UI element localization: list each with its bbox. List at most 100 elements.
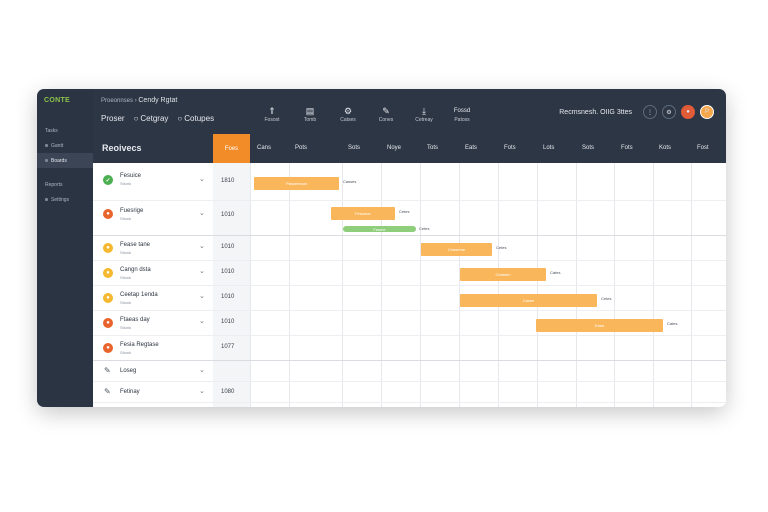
- sidebar-item-boards[interactable]: Boards: [37, 153, 93, 168]
- breadcrumb-root[interactable]: Proeonnses: [101, 98, 133, 104]
- settings-icon[interactable]: ⚙: [662, 105, 676, 119]
- sidebar-item-settings[interactable]: Settings: [37, 192, 93, 207]
- task-name: Ceetap 1enda: [120, 292, 158, 298]
- status-icon: ●: [103, 343, 113, 353]
- gantt-grid: ✓ Fesuice Stiunk ⌄ 1810 ● Fuesrige Stiun…: [93, 163, 726, 407]
- table-row[interactable]: ● Fease tane Stiunk ⌄ 1010: [93, 236, 726, 261]
- chevron-down-icon[interactable]: ⌄: [199, 387, 205, 395]
- timeline-column-header: Cans: [257, 145, 272, 151]
- gantt-bar[interactable]: Fesumer: [331, 207, 395, 220]
- table-row[interactable]: ✎ Loseg ⌄: [93, 361, 726, 382]
- chevron-down-icon[interactable]: ⌄: [199, 267, 205, 275]
- task-date: 1080: [221, 389, 235, 395]
- chevron-down-icon[interactable]: ⌄: [199, 175, 205, 183]
- sidebar-item-gantt[interactable]: Gantt: [37, 138, 93, 153]
- task-date: 1010: [221, 212, 235, 218]
- timeline-column-header: Sots: [348, 145, 361, 151]
- task-subtitle: Stiunk: [120, 350, 132, 355]
- status-icon: ●: [103, 209, 113, 219]
- timeline-header: Reoivecs Foes Cans Pots Sots Noye Tots E…: [93, 134, 726, 163]
- notification-icon[interactable]: ●: [681, 105, 695, 119]
- timeline-column-header: Fots: [621, 145, 633, 151]
- task-subtitle: Stiunk: [120, 325, 132, 330]
- tool-forecast-button[interactable]: ⇑ Fosost: [253, 106, 291, 123]
- top-right-controls: Recmsnesh. OIIG 3ttes ⋮ ⚙ ● P: [559, 105, 714, 119]
- app-logo: CONTE: [44, 97, 70, 104]
- chevron-down-icon[interactable]: ⌄: [199, 317, 205, 325]
- info-icon[interactable]: ⋮: [643, 105, 657, 119]
- task-date: 1077: [221, 344, 235, 350]
- timeline-column-header: Fots: [504, 145, 516, 151]
- timeline-column-header: Noye: [387, 145, 402, 151]
- app-window: CONTE Tasks Gantt Boards Reports Setting…: [37, 89, 726, 407]
- status-icon: ●: [103, 268, 113, 278]
- task-subtitle: Stiunk: [120, 300, 132, 305]
- edit-icon: ✎: [382, 106, 390, 116]
- chevron-down-icon[interactable]: ⌄: [199, 292, 205, 300]
- bullet-icon: [45, 144, 48, 147]
- table-row[interactable]: ✎ Fetinay ⌄ 1080: [93, 382, 726, 403]
- timeline-column-header: Fost: [697, 145, 709, 151]
- avatar[interactable]: P: [700, 105, 714, 119]
- gantt-bar-note: Cates: [667, 321, 678, 326]
- gantt-bar[interactable]: Ceaseme: [421, 243, 492, 256]
- gantt-bar[interactable]: Cetasen: [460, 268, 546, 281]
- gantt-bar[interactable]: Pasumeson: [254, 177, 339, 190]
- status-icon: ●: [103, 318, 113, 328]
- today-column-header[interactable]: Foes: [213, 134, 250, 163]
- gantt-bar-note: Cates: [550, 270, 561, 275]
- task-subtitle: Stiunk: [120, 250, 132, 255]
- calendar-icon: ▤: [305, 106, 315, 116]
- tool-caption: Fossd: [453, 108, 471, 114]
- sidebar-item-label: Gantt: [51, 142, 64, 149]
- task-subtitle: Stiunk: [120, 181, 132, 186]
- task-name: Fease tane: [120, 242, 151, 248]
- upload-icon: ⇑: [268, 106, 276, 116]
- sidebar-item-reports[interactable]: Reports: [37, 177, 93, 192]
- gear-icon: ⚙: [343, 106, 353, 116]
- tool-cones-button[interactable]: ✎ Cones: [367, 106, 405, 123]
- table-row[interactable]: ✓ Fesuice Stiunk ⌄ 1810: [93, 163, 726, 201]
- gantt-bar-progress[interactable]: Fesme: [343, 226, 416, 232]
- sidebar-item-label: Tasks: [45, 127, 58, 134]
- table-row[interactable]: ● Fesia Regtase Stiunk 1077: [93, 336, 726, 361]
- sidebar-item-tasks[interactable]: Tasks: [37, 123, 93, 138]
- timeline-column-header: Tots: [427, 145, 439, 151]
- bullet-icon: [45, 159, 48, 162]
- task-date: 1010: [221, 244, 235, 250]
- breadcrumb: Proeonnses › Cendy Rgtat: [101, 97, 177, 104]
- chevron-down-icon[interactable]: ⌄: [199, 242, 205, 250]
- table-row[interactable]: ● Ceetap 1enda Stiunk ⌄ 1010: [93, 286, 726, 311]
- workspace-title: Recmsnesh. OIIG 3ttes: [559, 108, 632, 116]
- project-filters: Proser ○ Cetgray ○ Cotupes: [101, 114, 214, 123]
- tool-cetreay-button[interactable]: ⤓ Cetreay: [405, 106, 443, 123]
- tool-patoss-button[interactable]: Fossd Patoss: [443, 106, 481, 123]
- task-name: Cangn dsta: [120, 267, 151, 273]
- timeline-column-header: Lots: [543, 145, 555, 151]
- filter-project[interactable]: Proser: [101, 114, 125, 123]
- task-date: 1010: [221, 269, 235, 275]
- gantt-bar[interactable]: Casee: [460, 294, 597, 307]
- toolbar: ⇑ Fosost ▤ Tomb ⚙ Catses ✎ Cones ⤓ Cetre…: [253, 106, 481, 123]
- filter-category[interactable]: ○ Cetgray: [134, 114, 169, 123]
- filter-groups[interactable]: ○ Cotupes: [177, 114, 214, 123]
- gantt-bar-note: Casses: [343, 179, 357, 184]
- gantt-bar-note: Cetes: [399, 209, 410, 214]
- breadcrumb-separator: ›: [134, 98, 137, 104]
- chevron-down-icon[interactable]: ⌄: [199, 366, 205, 374]
- tool-catses-button[interactable]: ⚙ Catses: [329, 106, 367, 123]
- chevron-down-icon[interactable]: ⌄: [199, 209, 205, 217]
- task-name: Fetinay: [120, 389, 140, 395]
- gantt-bar-note: Cetes: [496, 245, 507, 250]
- resources-header: Reoivecs: [102, 143, 142, 153]
- task-date: 1010: [221, 294, 235, 300]
- gantt-bar[interactable]: Ease: [536, 319, 663, 332]
- tool-tomb-button[interactable]: ▤ Tomb: [291, 106, 329, 123]
- task-name: Ftaeas day: [120, 317, 150, 323]
- pencil-icon: ✎: [104, 387, 111, 396]
- sidebar: CONTE Tasks Gantt Boards Reports Setting…: [37, 89, 93, 407]
- task-date: 1010: [221, 319, 235, 325]
- table-row[interactable]: ● Cangn dsta Stiunk ⌄ 1010: [93, 261, 726, 286]
- timeline-column-header: Kots: [659, 145, 672, 151]
- gantt-bar-note: Cetes: [419, 226, 430, 231]
